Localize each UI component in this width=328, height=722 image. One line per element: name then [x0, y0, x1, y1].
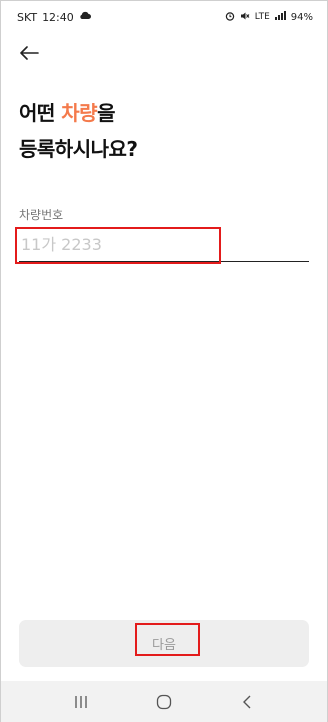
alarm-icon: [225, 11, 235, 24]
status-left: SKT 12:40: [17, 11, 91, 24]
home-button[interactable]: [144, 686, 184, 718]
back-button[interactable]: [13, 39, 45, 67]
next-button[interactable]: 다음: [19, 620, 309, 667]
phone-screen: SKT 12:40 LTE 94% 어떤 차량을 등록하시나요? 차량번호 11…: [0, 0, 328, 722]
home-icon: [156, 694, 172, 710]
status-bar: SKT 12:40 LTE 94%: [1, 1, 327, 33]
signal-icon: [274, 11, 286, 23]
arrow-left-icon: [20, 46, 39, 60]
cloud-icon: [79, 11, 91, 23]
page-title: 어떤 차량을 등록하시나요?: [19, 95, 309, 167]
recent-apps-icon: [75, 696, 87, 708]
title-line-2: 등록하시나요?: [19, 137, 138, 161]
title-prefix: 어떤: [19, 101, 55, 125]
title-accent: 차량: [61, 101, 98, 125]
navigation-bar: [1, 681, 327, 722]
time-label: 12:40: [42, 10, 74, 24]
title-line-1: 어떤 차량을: [19, 95, 309, 131]
lte-icon: LTE: [254, 12, 270, 22]
recent-apps-button[interactable]: [61, 686, 101, 718]
plate-number-label: 차량번호: [19, 208, 64, 222]
status-right: LTE 94%: [225, 11, 313, 24]
carrier-label: SKT: [17, 10, 38, 24]
system-back-button[interactable]: [227, 686, 267, 718]
battery-level: 94%: [290, 11, 313, 23]
plate-number-input[interactable]: [19, 228, 309, 262]
back-chevron-icon: [243, 695, 251, 709]
title-suffix: 을: [97, 101, 115, 125]
mute-icon: [240, 11, 250, 24]
